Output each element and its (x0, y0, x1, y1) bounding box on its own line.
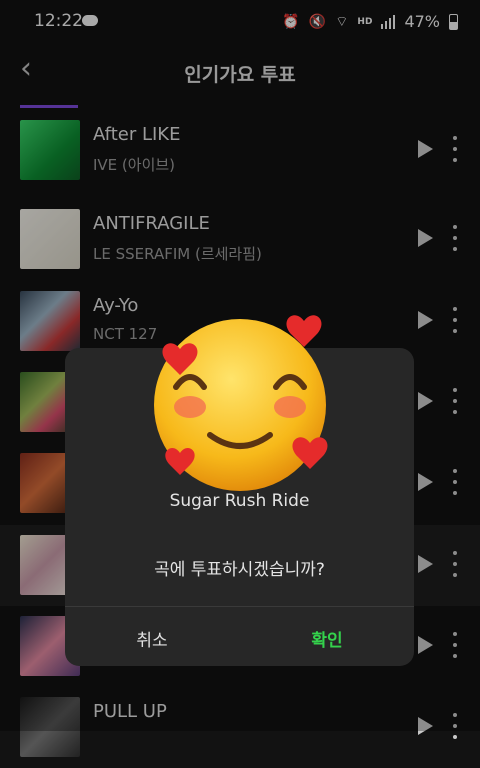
dialog-divider (65, 606, 414, 607)
cancel-button[interactable]: 취소 (65, 626, 239, 651)
smiling-face-with-hearts-icon (154, 315, 328, 491)
dialog-message: 곡에 투표하시겠습니까? (154, 560, 325, 580)
confirm-button[interactable]: 확인 (240, 626, 414, 651)
